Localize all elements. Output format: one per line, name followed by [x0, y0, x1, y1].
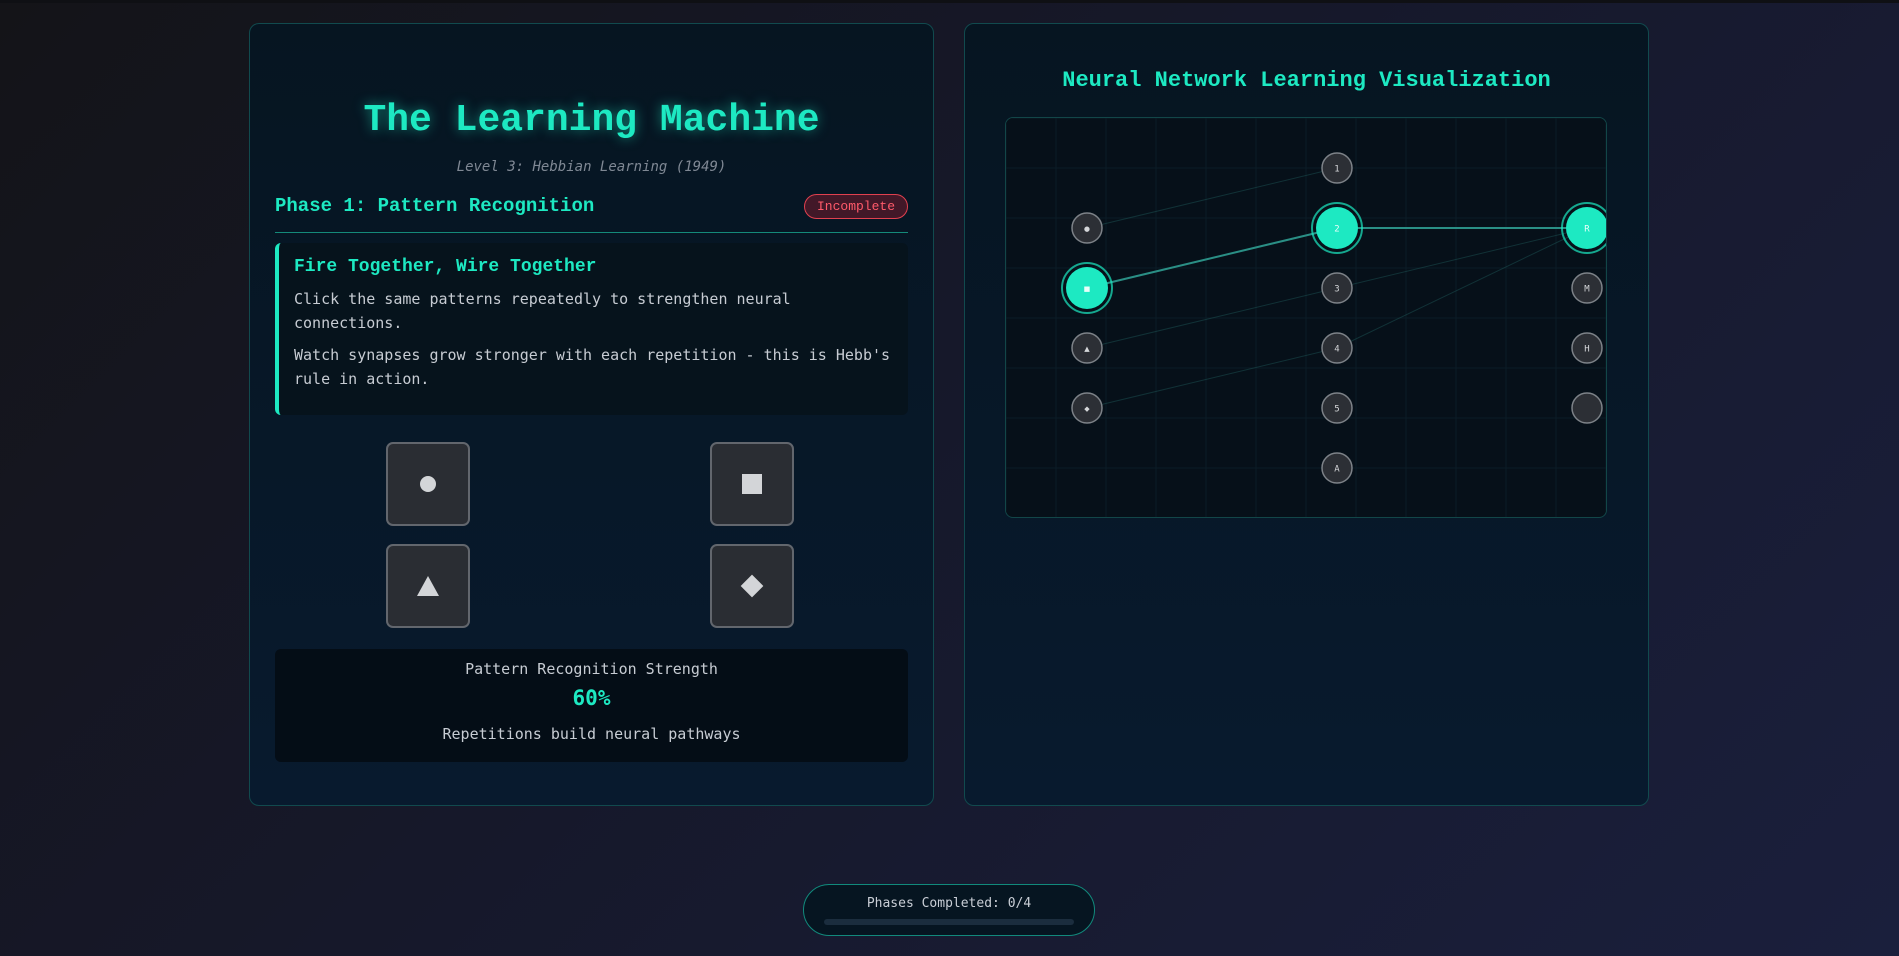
- triangle-icon: [417, 576, 439, 596]
- hidden-neuron: A: [1321, 452, 1353, 484]
- status-badge: Incomplete: [803, 194, 908, 219]
- phase-progress-text: Phases Completed: 0/4: [866, 896, 1032, 911]
- circle-icon: [420, 476, 436, 492]
- level-subtitle: Level 3: Hebbian Learning (1949): [456, 159, 727, 175]
- learning-panel: The Learning Machine Level 3: Hebbian Le…: [249, 23, 934, 806]
- strength-meter: Pattern Recognition Strength 60% Repetit…: [275, 649, 908, 762]
- network-canvas: ● ■ ▲ ◆ 1 2 3 4 5 A R M H: [1005, 117, 1607, 518]
- neuron-label: 3: [1334, 285, 1339, 295]
- hidden-neuron: 1: [1321, 152, 1353, 184]
- neuron-body: [1571, 392, 1603, 424]
- neuron-label: 1: [1334, 165, 1339, 175]
- neuron-label: 2: [1334, 225, 1339, 235]
- input-neuron: ◆: [1071, 392, 1103, 424]
- strength-value: 60%: [572, 686, 611, 710]
- output-neuron: H: [1571, 332, 1603, 364]
- network-graph: ● ■ ▲ ◆ 1 2 3 4 5 A R M H: [1006, 118, 1606, 517]
- triangle-pattern-button[interactable]: [386, 544, 470, 628]
- phase-title: Phase 1: Pattern Recognition: [275, 195, 595, 217]
- instructions-heading: Fire Together, Wire Together: [294, 257, 597, 277]
- output-neuron: R: [1561, 202, 1606, 254]
- neuron-label: 4: [1334, 345, 1339, 355]
- diamond-pattern-button[interactable]: [710, 544, 794, 628]
- app-title: The Learning Machine: [363, 99, 820, 142]
- hidden-neuron: 3: [1321, 272, 1353, 304]
- phase-header: Phase 1: Pattern Recognition Incomplete: [275, 184, 908, 233]
- hidden-neuron: 5: [1321, 392, 1353, 424]
- diamond-icon: [740, 574, 764, 598]
- neuron-label: H: [1584, 345, 1589, 355]
- visualization-panel: Neural Network Learning Visualization ● ■…: [964, 23, 1649, 806]
- strength-label: Pattern Recognition Strength: [465, 660, 718, 678]
- top-edge-line: [0, 0, 1899, 3]
- synapse-weak: [1336, 227, 1588, 289]
- phase-progress-bar: [824, 919, 1074, 925]
- hidden-neuron: 2: [1311, 202, 1363, 254]
- synapse-weak: [1336, 227, 1588, 349]
- neuron-label: ■: [1084, 285, 1090, 295]
- square-icon: [742, 474, 762, 494]
- instructions-text-2: Watch synapses grow stronger with each r…: [294, 346, 891, 388]
- synapse-strong: [1086, 227, 1338, 289]
- input-neuron: ▲: [1071, 332, 1103, 364]
- output-neuron: M: [1571, 272, 1603, 304]
- neuron-label: R: [1584, 225, 1590, 235]
- neuron-label: A: [1334, 465, 1340, 475]
- input-neuron: ■: [1061, 262, 1113, 314]
- input-neuron: ●: [1071, 212, 1103, 244]
- output-neuron: [1571, 392, 1603, 424]
- neuron-label: M: [1584, 285, 1590, 295]
- instructions-text-1: Click the same patterns repeatedly to st…: [294, 290, 791, 332]
- hidden-neuron: 4: [1321, 332, 1353, 364]
- neuron-label: ▲: [1084, 345, 1090, 355]
- neuron-label: ◆: [1084, 405, 1090, 415]
- phase-progress: Phases Completed: 0/4: [803, 884, 1095, 936]
- synapse-weak: [1086, 347, 1338, 409]
- visualization-title: Neural Network Learning Visualization: [1062, 68, 1551, 93]
- circle-pattern-button[interactable]: [386, 442, 470, 526]
- instructions-card: Fire Together, Wire Together Click the s…: [275, 243, 908, 415]
- square-pattern-button[interactable]: [710, 442, 794, 526]
- neuron-label: 5: [1334, 405, 1339, 415]
- synapse-weak: [1086, 167, 1338, 229]
- neuron-label: ●: [1084, 225, 1090, 235]
- strength-note: Repetitions build neural pathways: [442, 725, 741, 743]
